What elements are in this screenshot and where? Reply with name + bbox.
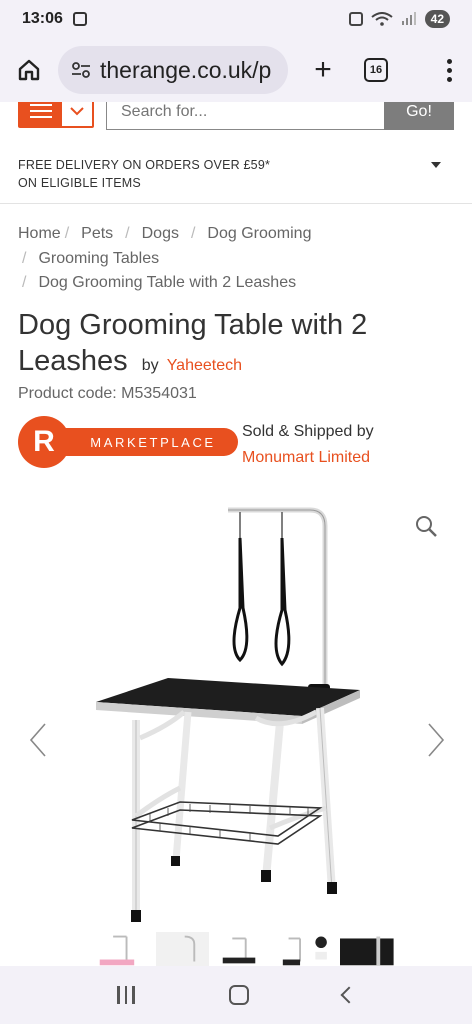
- product-title-line-1: Dog Grooming Table with 2: [18, 309, 368, 341]
- site-header: Go!: [0, 102, 472, 130]
- sold-by: Sold & Shipped by Monumart Limited: [242, 420, 374, 470]
- system-nav-bar: [0, 966, 472, 1024]
- thumbnail[interactable]: [279, 932, 333, 966]
- address-bar[interactable]: therange.co.uk/p: [58, 46, 288, 94]
- breadcrumb-separator: /: [64, 225, 70, 242]
- product-code: Product code: M5354031: [18, 385, 197, 402]
- menu-button[interactable]: [18, 102, 94, 128]
- delivery-text: FREE DELIVERY ON ORDERS OVER £59* ON ELI…: [18, 156, 318, 192]
- back-icon[interactable]: [340, 986, 358, 1004]
- product-image[interactable]: [80, 498, 380, 928]
- delivery-line-2: ON ELIGIBLE ITEMS: [18, 176, 141, 190]
- thumbnail[interactable]: [94, 932, 148, 966]
- status-time: 13:06: [22, 10, 63, 27]
- seller-link[interactable]: Monumart Limited: [242, 446, 374, 470]
- battery-indicator: 42: [424, 10, 450, 28]
- thumbnail-strip: [94, 932, 394, 966]
- breadcrumb-current[interactable]: Dog Grooming Table with 2 Leashes: [38, 274, 296, 291]
- marketplace-bar: MARKETPLACE: [54, 428, 238, 456]
- marketplace-label: MARKETPLACE: [90, 434, 216, 450]
- marketplace-logo: R: [18, 416, 70, 468]
- home-nav-icon[interactable]: [228, 985, 249, 1005]
- breadcrumb-separator: /: [22, 249, 27, 267]
- marketplace-letter: R: [33, 425, 55, 458]
- sold-by-label: Sold & Shipped by: [242, 423, 374, 440]
- tune-icon[interactable]: [70, 59, 92, 81]
- search-go-button[interactable]: Go!: [384, 102, 454, 130]
- thumbnail[interactable]: [155, 932, 210, 966]
- tabs-icon[interactable]: 16: [364, 58, 388, 82]
- product-title-line-2: Leashes: [18, 345, 128, 377]
- marketplace-badge: R MARKETPLACE: [18, 416, 238, 468]
- product-title: Dog Grooming Table with 2 Leashes by Yah…: [18, 307, 458, 384]
- recents-icon[interactable]: [117, 986, 135, 1004]
- hamburger-icon: [20, 102, 62, 126]
- breadcrumb-dogs[interactable]: Dogs: [142, 225, 179, 242]
- breadcrumb: Home / Pets / Dogs / Dog Grooming / Grooming Ta…: [18, 222, 458, 296]
- search-icon[interactable]: [414, 514, 438, 538]
- breadcrumb-home[interactable]: Home: [18, 225, 61, 242]
- signal-icon: [401, 12, 416, 25]
- chevron-right-icon[interactable]: [426, 722, 446, 758]
- delivery-banner[interactable]: FREE DELIVERY ON ORDERS OVER £59* ON ELI…: [0, 150, 472, 204]
- screenshot-icon: [72, 12, 87, 26]
- delivery-line-1: FREE DELIVERY ON ORDERS OVER £59*: [18, 158, 271, 172]
- caret-down-icon[interactable]: [431, 162, 441, 168]
- breadcrumb-dog-grooming[interactable]: Dog Grooming: [207, 225, 311, 242]
- chevron-down-icon: [62, 102, 92, 126]
- url-text: therange.co.uk/p: [100, 56, 272, 83]
- breadcrumb-pets[interactable]: Pets: [81, 225, 113, 242]
- brand-link[interactable]: Yaheetech: [167, 357, 242, 374]
- chevron-left-icon[interactable]: [28, 722, 48, 758]
- thumbnail[interactable]: [340, 932, 394, 966]
- breadcrumb-separator: /: [125, 225, 130, 242]
- status-bar: 13:06 42: [0, 0, 472, 38]
- status-icons: 42: [348, 10, 450, 28]
- browser-toolbar: therange.co.uk/p + 16: [0, 38, 472, 102]
- breadcrumb-separator: /: [190, 225, 196, 242]
- more-vert-icon[interactable]: [446, 58, 452, 82]
- home-icon[interactable]: [14, 55, 44, 85]
- search-input[interactable]: [106, 102, 384, 130]
- product-gallery: [0, 490, 472, 930]
- breadcrumb-separator: /: [22, 274, 27, 291]
- wifi-icon: [371, 12, 393, 26]
- thumbnail[interactable]: [217, 932, 271, 966]
- nfc-icon: [348, 12, 363, 26]
- by-label: by: [141, 357, 159, 374]
- plus-icon[interactable]: +: [308, 55, 338, 85]
- breadcrumb-grooming-tables[interactable]: Grooming Tables: [38, 250, 159, 267]
